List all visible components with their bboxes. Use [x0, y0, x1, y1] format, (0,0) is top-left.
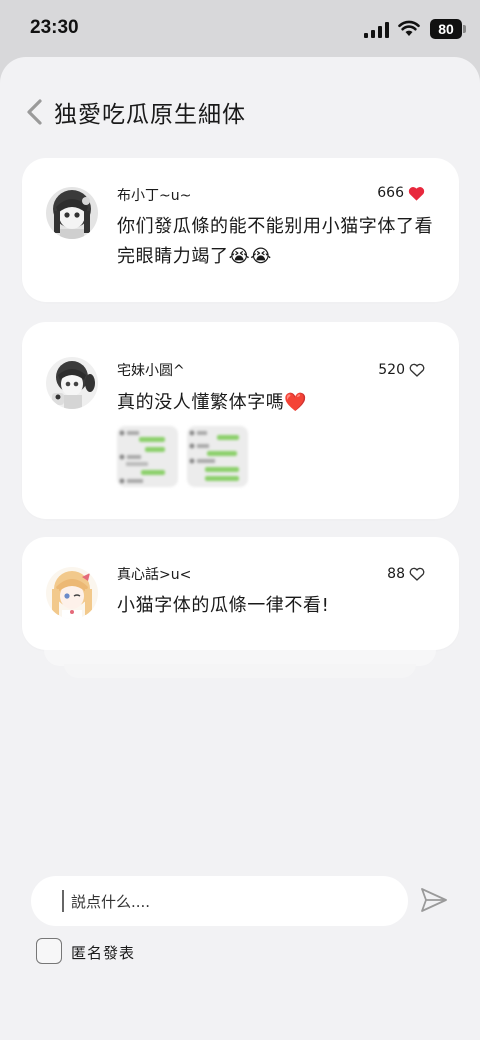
text-caret — [62, 890, 64, 912]
back-button[interactable] — [20, 96, 48, 128]
heart-outline-icon — [409, 567, 425, 581]
stacked-card-shadow — [64, 664, 416, 678]
status-bar: 23:30 80 — [0, 0, 480, 58]
avatar[interactable] — [46, 357, 98, 409]
like-count: 520 — [378, 362, 405, 378]
like-button[interactable]: 666 — [377, 185, 425, 201]
comment-input[interactable]: 説点什么.... — [31, 876, 408, 926]
anonymous-checkbox[interactable] — [36, 938, 62, 964]
comment-text: 真的没人懂繁体字嗎❤️ — [117, 392, 308, 413]
battery-icon: 80 — [430, 19, 462, 39]
like-count: 88 — [387, 566, 405, 582]
comment-text: 小猫字体的瓜條一律不看! — [117, 595, 330, 616]
comment-username[interactable]: 真心話>u< — [117, 564, 191, 584]
anonymous-label[interactable]: 匿名發表 — [71, 942, 135, 963]
comment-text: 你们發瓜條的能不能别用小猫字体了看完眼睛力竭了😭😭 — [117, 216, 434, 267]
comment-username[interactable]: 布小丁~u~ — [117, 185, 191, 205]
image-thumbnail[interactable] — [117, 426, 178, 487]
input-placeholder: 説点什么.... — [71, 893, 151, 911]
avatar[interactable] — [46, 187, 98, 239]
image-thumbnail[interactable] — [187, 426, 248, 487]
heart-outline-icon — [409, 363, 425, 377]
chevron-left-icon — [27, 99, 42, 125]
comment-card: 布小丁~u~ 666 你们發瓜條的能不能别用小猫字体了看完眼睛力竭了😭😭 — [22, 158, 459, 302]
like-button[interactable]: 88 — [387, 566, 425, 582]
comment-card: 真心話>u< 88 小猫字体的瓜條一律不看! — [22, 537, 459, 650]
comment-card: 宅妹小圆^ 520 真的没人懂繁体字嗎❤️ — [22, 322, 459, 519]
signal-icon — [364, 22, 389, 38]
like-count: 666 — [377, 185, 404, 201]
battery-cap — [463, 25, 466, 33]
send-icon — [421, 888, 447, 912]
comment-username[interactable]: 宅妹小圆^ — [117, 360, 185, 380]
send-button[interactable] — [419, 886, 449, 914]
wifi-icon — [398, 20, 420, 36]
status-time: 23:30 — [30, 17, 79, 38]
page-title: 独愛吃瓜原生細体 — [54, 102, 246, 128]
heart-filled-icon — [408, 186, 425, 201]
avatar[interactable] — [46, 567, 98, 619]
like-button[interactable]: 520 — [378, 362, 425, 378]
